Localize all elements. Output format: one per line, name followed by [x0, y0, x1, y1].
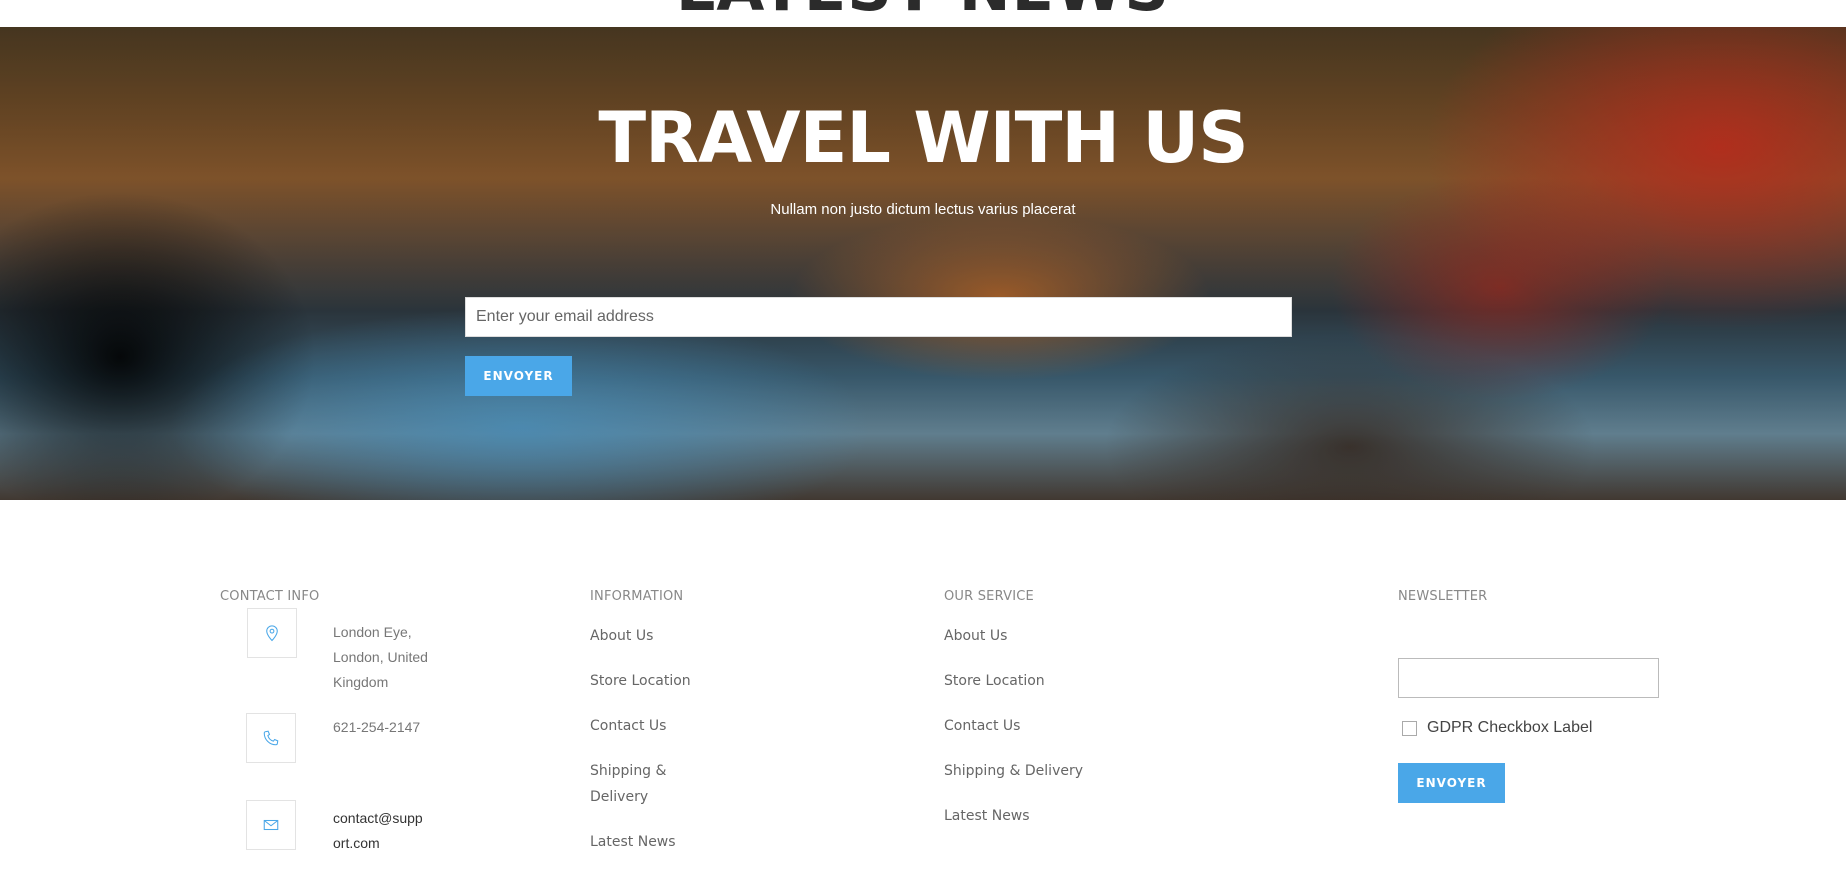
our-service-heading: OUR SERVICE: [944, 589, 1034, 604]
hero-email-input[interactable]: [465, 297, 1292, 337]
top-strip: LATEST NEWS: [0, 0, 1846, 27]
service-link-contact-us[interactable]: Contact Us: [944, 718, 1020, 734]
info-link-shipping-delivery[interactable]: Shipping & Delivery: [590, 758, 691, 810]
travel-hero-section: TRAVEL WITH US Nullam non justo dictum l…: [0, 27, 1846, 500]
mail-icon: [246, 800, 296, 850]
gdpr-consent[interactable]: GDPR Checkbox Label: [1402, 719, 1592, 737]
gdpr-label: GDPR Checkbox Label: [1427, 719, 1593, 736]
contact-info-heading: CONTACT INFO: [220, 589, 320, 604]
information-heading: INFORMATION: [590, 589, 684, 604]
footer: CONTACT INFO London Eye, London, United …: [0, 500, 1846, 891]
newsletter-heading: NEWSLETTER: [1398, 589, 1488, 604]
service-links: About Us Store Location Contact Us Shipp…: [944, 623, 1083, 829]
hero-subtitle: Nullam non justo dictum lectus varius pl…: [770, 201, 1076, 218]
newsletter-submit-button[interactable]: ENVOYER: [1398, 763, 1505, 803]
info-link-latest-news[interactable]: Latest News: [590, 834, 676, 850]
service-link-shipping-delivery[interactable]: Shipping & Delivery: [944, 763, 1083, 779]
hero-submit-button[interactable]: ENVOYER: [465, 356, 572, 396]
phone-icon: [246, 713, 296, 763]
hero-title: TRAVEL WITH US: [598, 97, 1248, 179]
location-pin-icon: [247, 608, 297, 658]
service-link-latest-news[interactable]: Latest News: [944, 808, 1030, 824]
information-links: About Us Store Location Contact Us Shipp…: [590, 623, 691, 855]
newsletter-email-input[interactable]: [1398, 658, 1659, 698]
phone-number: 621-254-2147: [333, 719, 421, 735]
latest-news-heading: LATEST NEWS: [0, 0, 1846, 25]
service-link-store-location[interactable]: Store Location: [944, 673, 1045, 689]
info-link-contact-us[interactable]: Contact Us: [590, 718, 666, 734]
info-link-about-us[interactable]: About Us: [590, 628, 653, 644]
gdpr-checkbox[interactable]: [1402, 720, 1417, 736]
info-link-store-location[interactable]: Store Location: [590, 673, 691, 689]
service-link-about-us[interactable]: About Us: [944, 628, 1007, 644]
email-link[interactable]: contact@supp ort.com: [333, 806, 423, 856]
address-text: London Eye, London, United Kingdom: [333, 624, 428, 690]
